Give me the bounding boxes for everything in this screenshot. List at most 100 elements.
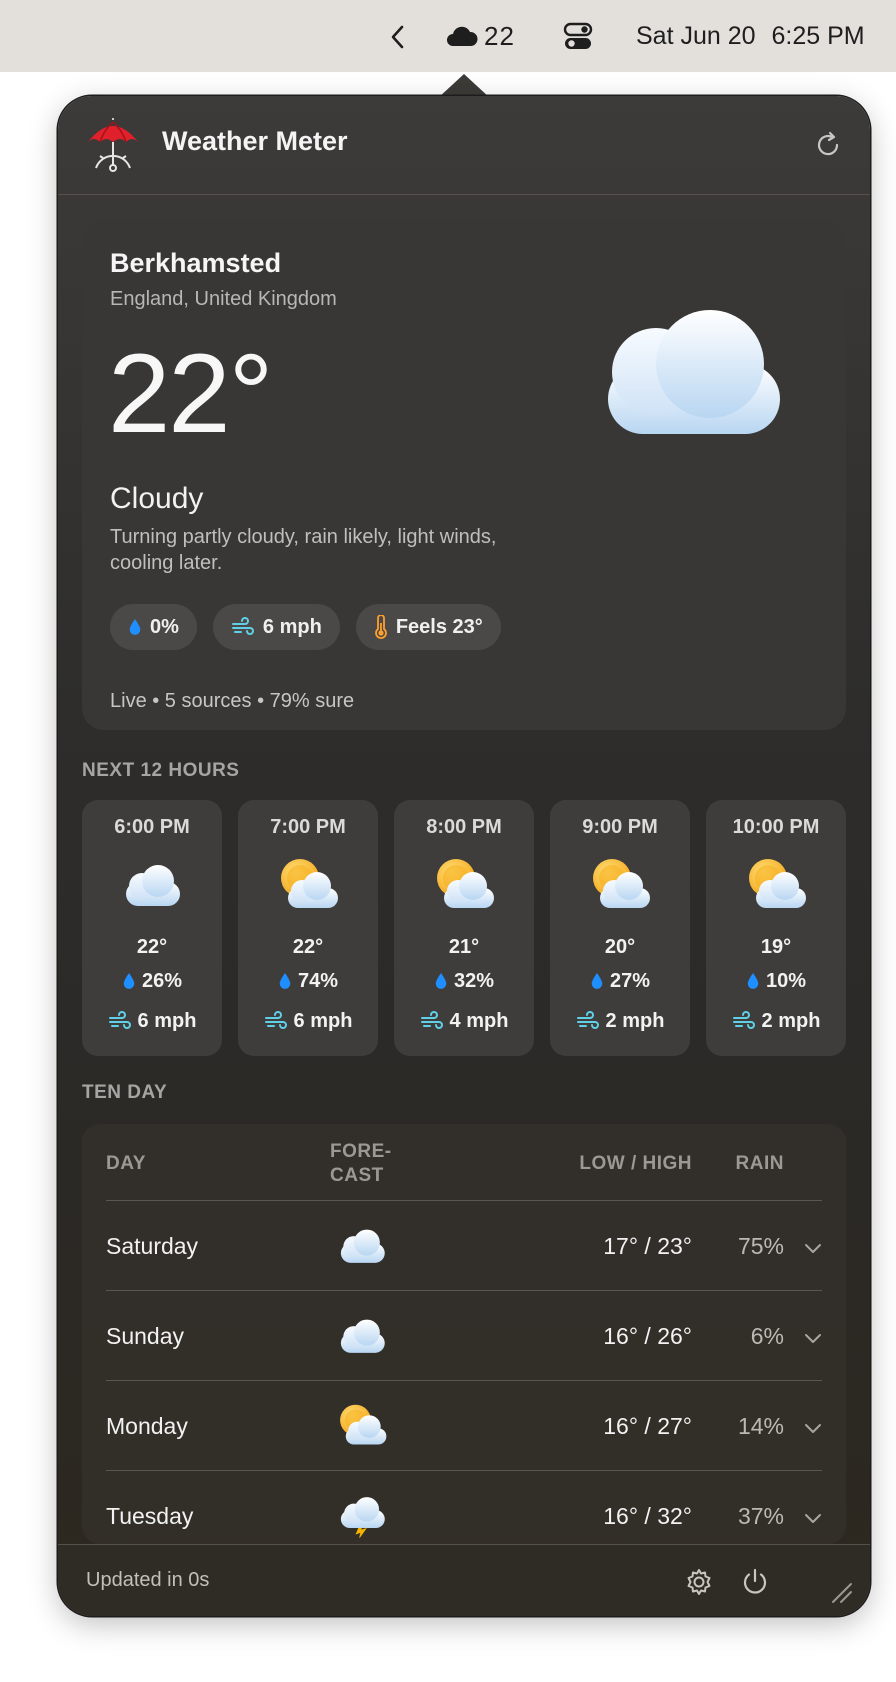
chevron-down-icon[interactable] — [802, 1327, 824, 1349]
current-condition: Cloudy — [110, 482, 204, 515]
wind-chip: 6 mph — [212, 604, 340, 650]
hour-time: 9:00 PM — [582, 816, 658, 838]
raindrop-icon — [746, 971, 760, 991]
refresh-icon[interactable] — [813, 130, 843, 160]
rain-chance-value: 0% — [150, 615, 179, 638]
hour-wind-value: 2 mph — [761, 1009, 821, 1032]
rain-chance: 75% — [737, 1233, 784, 1259]
hourly-card: 9:00 PM 20° 27% 2 mph — [550, 800, 690, 1056]
popover-arrow — [438, 74, 490, 98]
hour-time: 8:00 PM — [426, 816, 502, 838]
rain-chance-chip: 0% — [110, 604, 197, 650]
menubar-temperature: 22 — [484, 20, 515, 51]
raindrop-icon — [128, 617, 142, 637]
feels-like-chip: Feels 23° — [355, 604, 501, 650]
hour-time: 6:00 PM — [114, 816, 190, 838]
resize-handle-icon[interactable] — [830, 1581, 854, 1605]
hour-wind-value: 6 mph — [293, 1009, 353, 1032]
hour-temp: 20° — [604, 936, 636, 958]
hour-rain: 32% — [394, 964, 534, 998]
feels-like-value: Feels 23° — [395, 615, 483, 638]
update-countdown: Updated in 0s — [86, 1569, 210, 1591]
hourly-forecast: 6:00 PM 22° 26% 6 mph 7:00 PM 22° 74% 6 … — [82, 800, 846, 1056]
cloud-icon — [336, 1311, 388, 1359]
menubar-date: Sat Jun 20 — [636, 21, 756, 50]
tenday-section-label: TEN DAY — [82, 1082, 168, 1103]
hour-temp: 21° — [448, 936, 480, 958]
header-forecast-line2: CAST — [330, 1165, 384, 1186]
large-cloud-icon — [594, 306, 784, 446]
hourly-card: 10:00 PM 19° 10% 2 mph — [706, 800, 846, 1056]
day-row[interactable]: Sunday 16° / 26° 6% — [82, 1291, 846, 1381]
day-name: Saturday — [106, 1233, 199, 1259]
menu-bar: 22 Sat Jun 20 6:25 PM — [0, 0, 896, 72]
cloud-icon — [447, 26, 478, 46]
control-center-icon[interactable] — [562, 22, 594, 52]
hour-wind: 2 mph — [706, 1004, 846, 1038]
ten-day-table: DAY FORE- CAST LOW / HIGH RAIN Saturday … — [82, 1124, 846, 1544]
current-conditions-card: Berkhamsted England, United Kingdom 22° … — [82, 220, 846, 730]
hour-temp: 22° — [136, 936, 168, 958]
app-title: Weather Meter — [162, 126, 348, 156]
wind-icon — [420, 1011, 444, 1031]
hour-time: 7:00 PM — [270, 816, 346, 838]
hour-wind: 2 mph — [550, 1004, 690, 1038]
hour-wind: 6 mph — [82, 1004, 222, 1038]
header-rain: RAIN — [735, 1153, 784, 1174]
hour-temp: 22° — [292, 936, 324, 958]
menubar-weather-item[interactable]: 22 — [446, 18, 515, 54]
hour-rain-value: 10% — [765, 969, 807, 992]
hour-time: 10:00 PM — [732, 816, 820, 838]
hour-temp: 19° — [760, 936, 792, 958]
cloud-icon — [120, 856, 184, 912]
hour-rain: 74% — [238, 964, 378, 998]
location-region: England, United Kingdom — [110, 288, 337, 310]
chevron-down-icon[interactable] — [802, 1417, 824, 1439]
gear-icon[interactable] — [684, 1567, 714, 1597]
day-name: Sunday — [106, 1323, 185, 1349]
day-name: Tuesday — [106, 1503, 194, 1529]
sun-behind-cloud-icon — [744, 856, 808, 912]
sun-behind-cloud-icon — [276, 856, 340, 912]
header-day: DAY — [106, 1153, 146, 1174]
wind-value: 6 mph — [262, 615, 322, 638]
hour-rain: 27% — [550, 964, 690, 998]
day-row[interactable]: Monday 16° / 27° 14% — [82, 1381, 846, 1471]
raindrop-icon — [122, 971, 136, 991]
menubar-clock[interactable]: Sat Jun 20 6:25 PM — [636, 18, 865, 54]
cloud-icon — [336, 1221, 388, 1269]
hour-wind-value: 2 mph — [605, 1009, 665, 1032]
low-high: 16° / 26° — [603, 1323, 692, 1349]
hour-wind-value: 4 mph — [449, 1009, 509, 1032]
hour-rain-value: 26% — [141, 969, 183, 992]
sun-behind-cloud-icon — [588, 856, 652, 912]
rain-chance: 37% — [737, 1503, 784, 1529]
hour-wind: 4 mph — [394, 1004, 534, 1038]
hourly-card: 7:00 PM 22° 74% 6 mph — [238, 800, 378, 1056]
menubar-time: 6:25 PM — [771, 21, 865, 50]
hour-rain: 26% — [82, 964, 222, 998]
hourly-card: 8:00 PM 21° 32% 4 mph — [394, 800, 534, 1056]
hour-rain: 10% — [706, 964, 846, 998]
day-name: Monday — [106, 1413, 188, 1439]
wind-icon — [108, 1011, 132, 1031]
power-icon[interactable] — [740, 1567, 770, 1597]
header-forecast-line1: FORE- — [330, 1141, 392, 1162]
raindrop-icon — [434, 971, 448, 991]
wind-icon — [576, 1011, 600, 1031]
chevron-down-icon[interactable] — [802, 1237, 824, 1259]
hourly-card: 6:00 PM 22° 26% 6 mph — [82, 800, 222, 1056]
raindrop-icon — [278, 971, 292, 991]
chevron-down-icon[interactable] — [802, 1507, 824, 1529]
low-high: 16° / 32° — [603, 1503, 692, 1529]
hour-rain-value: 74% — [297, 969, 339, 992]
back-chevron-icon[interactable] — [388, 22, 408, 52]
header-low-high: LOW / HIGH — [579, 1153, 692, 1174]
hour-rain-value: 32% — [453, 969, 495, 992]
day-row[interactable]: Saturday 17° / 23° 75% — [82, 1201, 846, 1291]
rain-chance: 14% — [737, 1413, 784, 1439]
sun-behind-cloud-icon — [432, 856, 496, 912]
popover-footer: Updated in 0s — [58, 1544, 870, 1616]
hourly-section-label: NEXT 12 HOURS — [82, 760, 240, 781]
thunder-cloud-icon — [336, 1491, 388, 1539]
